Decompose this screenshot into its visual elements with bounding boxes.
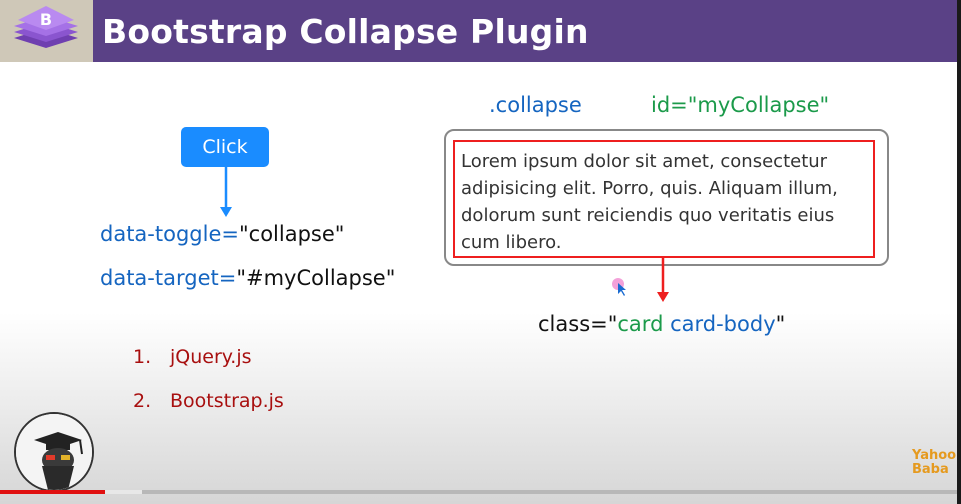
window-edge: [957, 0, 961, 504]
collapse-id-label: id="myCollapse": [651, 93, 830, 117]
list-item-label: Bootstrap.js: [170, 390, 284, 412]
list-item-label: jQuery.js: [170, 346, 252, 368]
video-progress-bar[interactable]: [0, 490, 957, 494]
list-item-number: 1.: [133, 346, 152, 368]
brand-line-1: Yahoo: [912, 448, 957, 463]
class-attr: class=": [538, 312, 618, 336]
svg-text:B: B: [40, 10, 52, 29]
cursor-icon: [612, 278, 626, 296]
brand-line-2: Baba: [912, 462, 949, 477]
video-progress-fill: [0, 490, 106, 494]
brand-watermark: Yahoo Baba: [912, 449, 956, 477]
bootstrap-logo-icon: B: [0, 0, 93, 62]
list-item: 1. jQuery.js: [133, 346, 252, 368]
class-close-quote: ": [775, 312, 786, 336]
avatar-icon: [14, 412, 94, 492]
list-item: 2. Bootstrap.js: [133, 390, 284, 412]
data-target-attr: data-target=: [100, 266, 237, 290]
arrow-down-icon: [657, 258, 669, 302]
class-card-body: card-body: [670, 312, 776, 336]
class-card: card: [617, 312, 664, 336]
click-button[interactable]: Click: [181, 127, 269, 167]
card-class-line: class="card card-body": [538, 312, 785, 336]
card-body-text: Lorem ipsum dolor sit amet, consectetur …: [453, 140, 875, 258]
data-target-line: data-target="#myCollapse": [100, 266, 395, 290]
page-title: Bootstrap Collapse Plugin: [102, 12, 589, 51]
list-item-number: 2.: [133, 390, 152, 412]
collapse-class-label: .collapse: [489, 93, 582, 117]
arrow-down-icon: [220, 167, 232, 217]
data-toggle-attr: data-toggle=: [100, 222, 239, 246]
data-target-value: "#myCollapse": [236, 266, 396, 290]
data-toggle-line: data-toggle="collapse": [100, 222, 344, 246]
data-toggle-value: "collapse": [238, 222, 345, 246]
